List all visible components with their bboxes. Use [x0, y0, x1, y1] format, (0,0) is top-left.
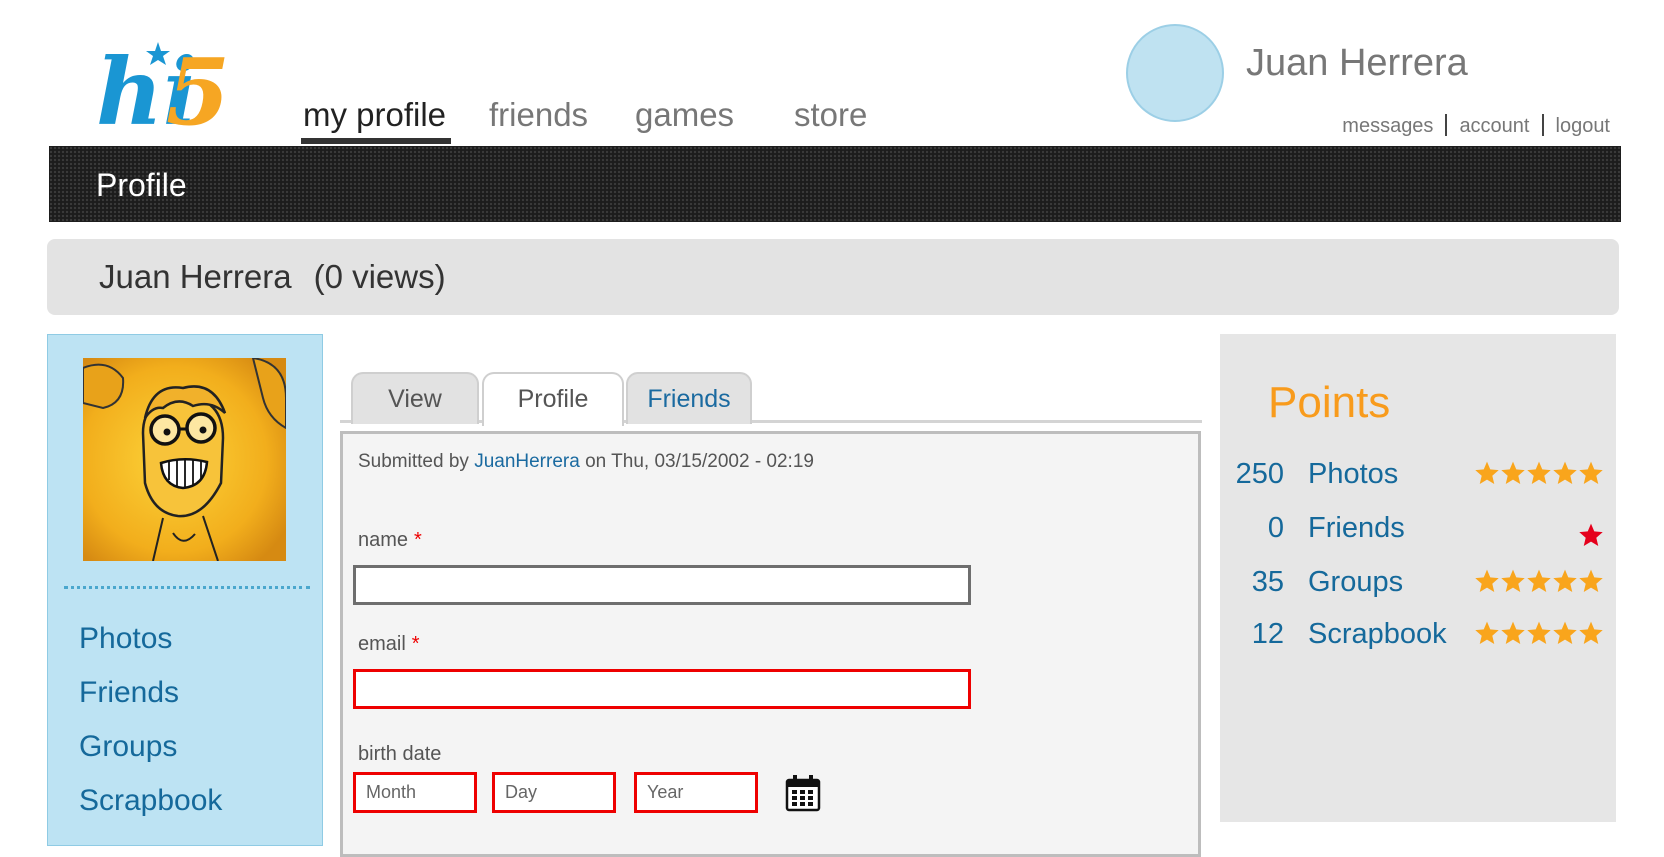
- required-marker: *: [414, 529, 422, 551]
- logo-5-text: 5: [166, 38, 230, 140]
- profile-photo[interactable]: [83, 358, 286, 561]
- points-label-friends[interactable]: Friends: [1308, 512, 1405, 545]
- nav-store[interactable]: store: [794, 96, 867, 134]
- link-separator: [1445, 114, 1448, 136]
- points-value: 12: [1251, 618, 1284, 650]
- star-icon: [1579, 621, 1603, 645]
- sidebar-divider: [64, 586, 310, 589]
- sidebar-link-scrapbook[interactable]: Scrapbook: [79, 784, 222, 818]
- messages-link[interactable]: messages: [1342, 115, 1433, 137]
- points-value: 0: [1267, 512, 1284, 544]
- email-label-text: email: [358, 633, 406, 655]
- star-icon: [1579, 461, 1603, 485]
- submitted-line: Submitted by JuanHerrera on Thu, 03/15/2…: [358, 451, 814, 473]
- user-avatar[interactable]: [1126, 24, 1224, 122]
- submitted-author-link[interactable]: JuanHerrera: [474, 451, 580, 472]
- sidebar-link-friends[interactable]: Friends: [79, 676, 179, 710]
- nav-active-underline: [301, 138, 451, 144]
- calendar-icon[interactable]: [785, 774, 821, 812]
- star-icon: [1475, 621, 1499, 645]
- name-label-text: name: [358, 529, 409, 551]
- star-icon: [1579, 569, 1603, 593]
- star-icon: [1527, 461, 1551, 485]
- star-rating: [1474, 620, 1604, 651]
- sidebar-link-photos[interactable]: Photos: [79, 622, 172, 656]
- profile-name: Juan Herrera: [99, 258, 292, 295]
- star-icon: [1527, 621, 1551, 645]
- birth-date-label: birth date: [358, 743, 442, 765]
- nav-games[interactable]: games: [635, 96, 734, 134]
- points-label-groups[interactable]: Groups: [1308, 566, 1403, 599]
- star-rating: [1474, 460, 1604, 491]
- email-field[interactable]: [353, 669, 971, 709]
- points-label-photos[interactable]: Photos: [1308, 458, 1398, 491]
- birth-day-input[interactable]: [492, 772, 616, 813]
- required-marker: *: [411, 633, 420, 655]
- points-value: 250: [1235, 458, 1284, 490]
- submitted-prefix: Submitted by: [358, 451, 469, 472]
- star-icon: [1475, 461, 1499, 485]
- points-row-scrapbook: 12 Scrapbook: [1224, 618, 1604, 658]
- star-icon: [1553, 461, 1577, 485]
- link-separator: [1541, 114, 1544, 136]
- birth-month-input[interactable]: [353, 772, 477, 813]
- section-bar: [49, 146, 1621, 222]
- account-link[interactable]: account: [1459, 115, 1529, 137]
- tab-friends[interactable]: Friends: [626, 372, 752, 424]
- email-label: email *: [358, 633, 420, 656]
- name-field[interactable]: [353, 565, 971, 605]
- birth-year-input[interactable]: [634, 772, 758, 813]
- name-label: name *: [358, 529, 422, 552]
- points-row-groups: 35 Groups: [1224, 566, 1604, 606]
- star-icon: [1501, 461, 1525, 485]
- sidebar-link-groups[interactable]: Groups: [79, 730, 177, 764]
- points-value: 35: [1251, 566, 1284, 598]
- points-label-scrapbook[interactable]: Scrapbook: [1308, 618, 1447, 651]
- submitted-date: on Thu, 03/15/2002 - 02:19: [585, 451, 814, 472]
- tab-profile[interactable]: Profile: [482, 372, 624, 426]
- nav-friends[interactable]: friends: [489, 96, 588, 134]
- hi5-logo[interactable]: hi 5: [96, 30, 246, 140]
- user-links: messages account logout: [1342, 114, 1610, 138]
- nav-my-profile[interactable]: my profile: [303, 96, 446, 134]
- star-rating: [1474, 568, 1604, 599]
- star-rating: [1578, 522, 1604, 553]
- star-icon: [1501, 621, 1525, 645]
- tab-view[interactable]: View: [351, 372, 479, 424]
- star-icon: [1475, 569, 1499, 593]
- star-icon: [1579, 523, 1603, 547]
- points-row-friends: 0 Friends: [1224, 512, 1604, 552]
- star-icon: [1553, 569, 1577, 593]
- star-icon: [1527, 569, 1551, 593]
- star-icon: [1553, 621, 1577, 645]
- points-title: Points: [1268, 378, 1391, 427]
- star-icon: [1501, 569, 1525, 593]
- points-row-photos: 250 Photos: [1224, 458, 1604, 498]
- header-user-name: Juan Herrera: [1246, 42, 1468, 84]
- profile-views: (0 views): [313, 258, 446, 295]
- profile-heading: Juan Herrera (0 views): [99, 258, 468, 296]
- section-title: Profile: [96, 167, 187, 203]
- logout-link[interactable]: logout: [1556, 115, 1611, 137]
